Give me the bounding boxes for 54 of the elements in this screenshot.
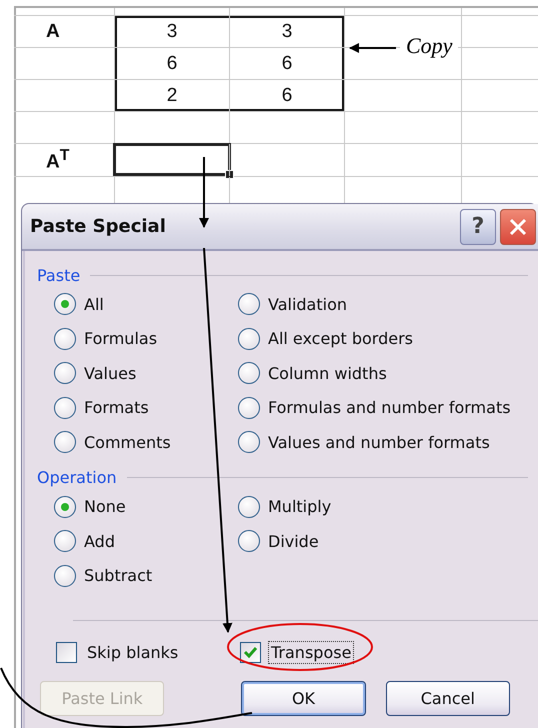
radio-button[interactable] <box>54 496 76 518</box>
checkbox-label[interactable]: Transpose <box>268 640 354 664</box>
option-label[interactable]: Divide <box>268 532 319 551</box>
option-label[interactable]: Formats <box>84 398 149 418</box>
table-cell: 3 <box>166 20 178 42</box>
group-label: Paste <box>37 266 80 284</box>
checkbox-label[interactable]: Skip blanks <box>84 640 182 664</box>
option-label[interactable]: None <box>84 497 126 516</box>
dialog-button[interactable]: Cancel <box>386 681 510 716</box>
table-cell: 6 <box>282 84 292 106</box>
table-cell: 2 <box>166 84 178 106</box>
close-button[interactable] <box>500 208 536 244</box>
annotation-arrow <box>199 157 209 228</box>
radio-button[interactable] <box>238 431 260 454</box>
radio-button[interactable] <box>54 293 76 316</box>
option-label[interactable]: All <box>84 294 104 314</box>
selected-cell[interactable] <box>113 143 231 176</box>
fill-handle[interactable] <box>225 170 234 179</box>
row-label: A <box>46 20 60 42</box>
option-label[interactable]: Comments <box>84 432 171 452</box>
radio-button[interactable] <box>54 328 76 350</box>
radio-button[interactable] <box>54 396 76 419</box>
radio-button[interactable] <box>54 530 76 552</box>
option-label[interactable]: Values and number formats <box>268 432 490 452</box>
radio-button[interactable] <box>54 564 76 587</box>
option-label[interactable]: Values <box>84 364 136 383</box>
option-label[interactable]: Subtract <box>84 566 152 586</box>
dialog-button[interactable]: OK <box>241 681 366 716</box>
option-label[interactable]: Multiply <box>268 497 332 516</box>
option-label[interactable]: Add <box>84 532 115 551</box>
option-label[interactable]: Formulas and number formats <box>268 398 511 418</box>
help-button[interactable]: ? <box>460 208 496 244</box>
dialog-title: Paste Special <box>30 216 166 237</box>
checkmark-icon <box>243 646 258 658</box>
option-label[interactable]: Validation <box>268 294 348 314</box>
option-label[interactable]: All except borders <box>268 329 413 348</box>
option-label[interactable]: Column widths <box>268 364 387 383</box>
radio-button[interactable] <box>238 293 260 316</box>
table-cell: 3 <box>282 20 292 42</box>
checkbox[interactable] <box>240 642 261 662</box>
radio-button[interactable] <box>238 530 260 552</box>
table-cell: 6 <box>282 52 292 74</box>
table-cell: 6 <box>166 52 178 74</box>
copy-arrow <box>349 43 396 53</box>
option-label[interactable]: Formulas <box>84 329 158 348</box>
checkbox[interactable] <box>56 642 77 662</box>
radio-button[interactable] <box>238 328 260 350</box>
radio-button[interactable] <box>54 431 76 454</box>
radio-button[interactable] <box>238 496 260 518</box>
row-label: A$^{T}$ <box>46 146 70 174</box>
radio-button[interactable] <box>238 396 260 419</box>
radio-button[interactable] <box>238 362 260 384</box>
group-label: Operation <box>37 468 117 487</box>
radio-button[interactable] <box>54 362 76 384</box>
